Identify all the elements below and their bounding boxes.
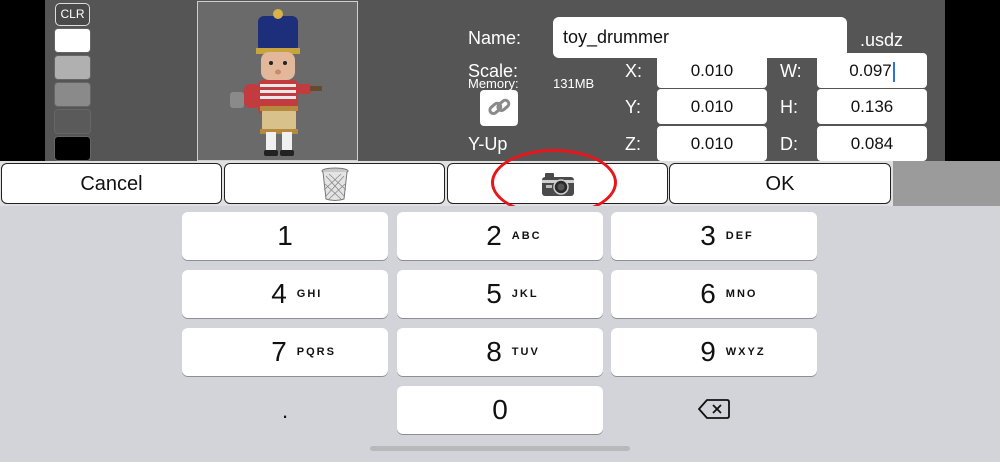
key-letters: TUV — [511, 346, 540, 358]
key-letters: JKL — [511, 288, 539, 300]
color-swatch-white[interactable] — [54, 28, 91, 53]
width-label: W: — [780, 61, 802, 81]
text-cursor — [892, 61, 895, 82]
key-6[interactable]: 6 MNO — [611, 270, 817, 318]
depth-label: D: — [780, 134, 798, 154]
key-0[interactable]: 0 — [397, 386, 603, 434]
delete-button[interactable] — [224, 163, 445, 204]
z-label: Z: — [625, 134, 641, 154]
key-letters: ABC — [511, 230, 542, 242]
key-2[interactable]: 2 ABC — [397, 212, 603, 260]
key-digit: 1 — [277, 220, 293, 251]
key-letters: GHI — [296, 288, 323, 300]
key-decimal[interactable]: . — [182, 387, 388, 435]
key-letters: WXYZ — [725, 346, 766, 358]
model-preview[interactable] — [197, 1, 358, 161]
memory-value: 131MB — [553, 76, 595, 91]
link-icon — [488, 98, 511, 115]
y-scale-input[interactable]: 0.010 — [657, 89, 767, 124]
color-swatch-gray[interactable] — [54, 82, 91, 107]
backspace-icon — [698, 399, 730, 419]
width-input[interactable]: 0.097 — [817, 53, 927, 88]
height-input[interactable]: 0.136 — [817, 89, 927, 124]
x-label: X: — [625, 61, 643, 81]
clear-color-button[interactable]: CLR — [55, 3, 90, 26]
key-7[interactable]: 7 PQRS — [182, 328, 388, 376]
key-digit: 2 — [486, 220, 502, 251]
key-8[interactable]: 8 TUV — [397, 328, 603, 376]
memory-label: Memory: — [468, 76, 519, 91]
cancel-button[interactable]: Cancel — [1, 163, 222, 204]
file-extension-label: .usdz — [860, 30, 904, 50]
key-1[interactable]: 1 — [182, 212, 388, 260]
z-scale-input[interactable]: 0.010 — [657, 126, 767, 161]
key-digit: 4 — [271, 278, 287, 309]
key-letters: MNO — [725, 288, 758, 300]
x-scale-input[interactable]: 0.010 — [657, 53, 767, 88]
height-label: H: — [780, 97, 798, 117]
key-digit: 3 — [700, 220, 716, 251]
color-swatch-black[interactable] — [54, 136, 91, 161]
ok-button[interactable]: OK — [669, 163, 891, 204]
color-swatch-dark-gray[interactable] — [54, 109, 91, 134]
toy-drummer-model-image — [230, 9, 322, 156]
key-digit: 0 — [492, 394, 508, 425]
y-up-label[interactable]: Y-Up — [468, 134, 507, 155]
decimal-point: . — [281, 398, 289, 423]
key-digit: 9 — [700, 336, 716, 367]
name-input[interactable]: toy_drummer — [553, 17, 847, 58]
key-digit: 6 — [700, 278, 716, 309]
key-5[interactable]: 5 JKL — [397, 270, 603, 318]
key-digit: 5 — [486, 278, 502, 309]
depth-input[interactable]: 0.084 — [817, 126, 927, 161]
link-scale-button[interactable] — [480, 90, 518, 126]
y-label: Y: — [625, 97, 642, 117]
key-letters: PQRS — [296, 346, 336, 358]
name-label: Name: — [468, 28, 522, 48]
color-swatch-light-gray[interactable] — [54, 55, 91, 80]
key-4[interactable]: 4 GHI — [182, 270, 388, 318]
trash-icon — [321, 167, 348, 201]
key-3[interactable]: 3 DEF — [611, 212, 817, 260]
home-indicator[interactable] — [370, 446, 630, 451]
key-backspace[interactable] — [611, 385, 817, 433]
key-digit: 7 — [271, 336, 287, 367]
key-digit: 8 — [486, 336, 502, 367]
width-value: 0.097 — [849, 61, 892, 80]
key-letters: DEF — [725, 230, 754, 242]
key-9[interactable]: 9 WXYZ — [611, 328, 817, 376]
action-bar-filler — [893, 161, 1000, 206]
